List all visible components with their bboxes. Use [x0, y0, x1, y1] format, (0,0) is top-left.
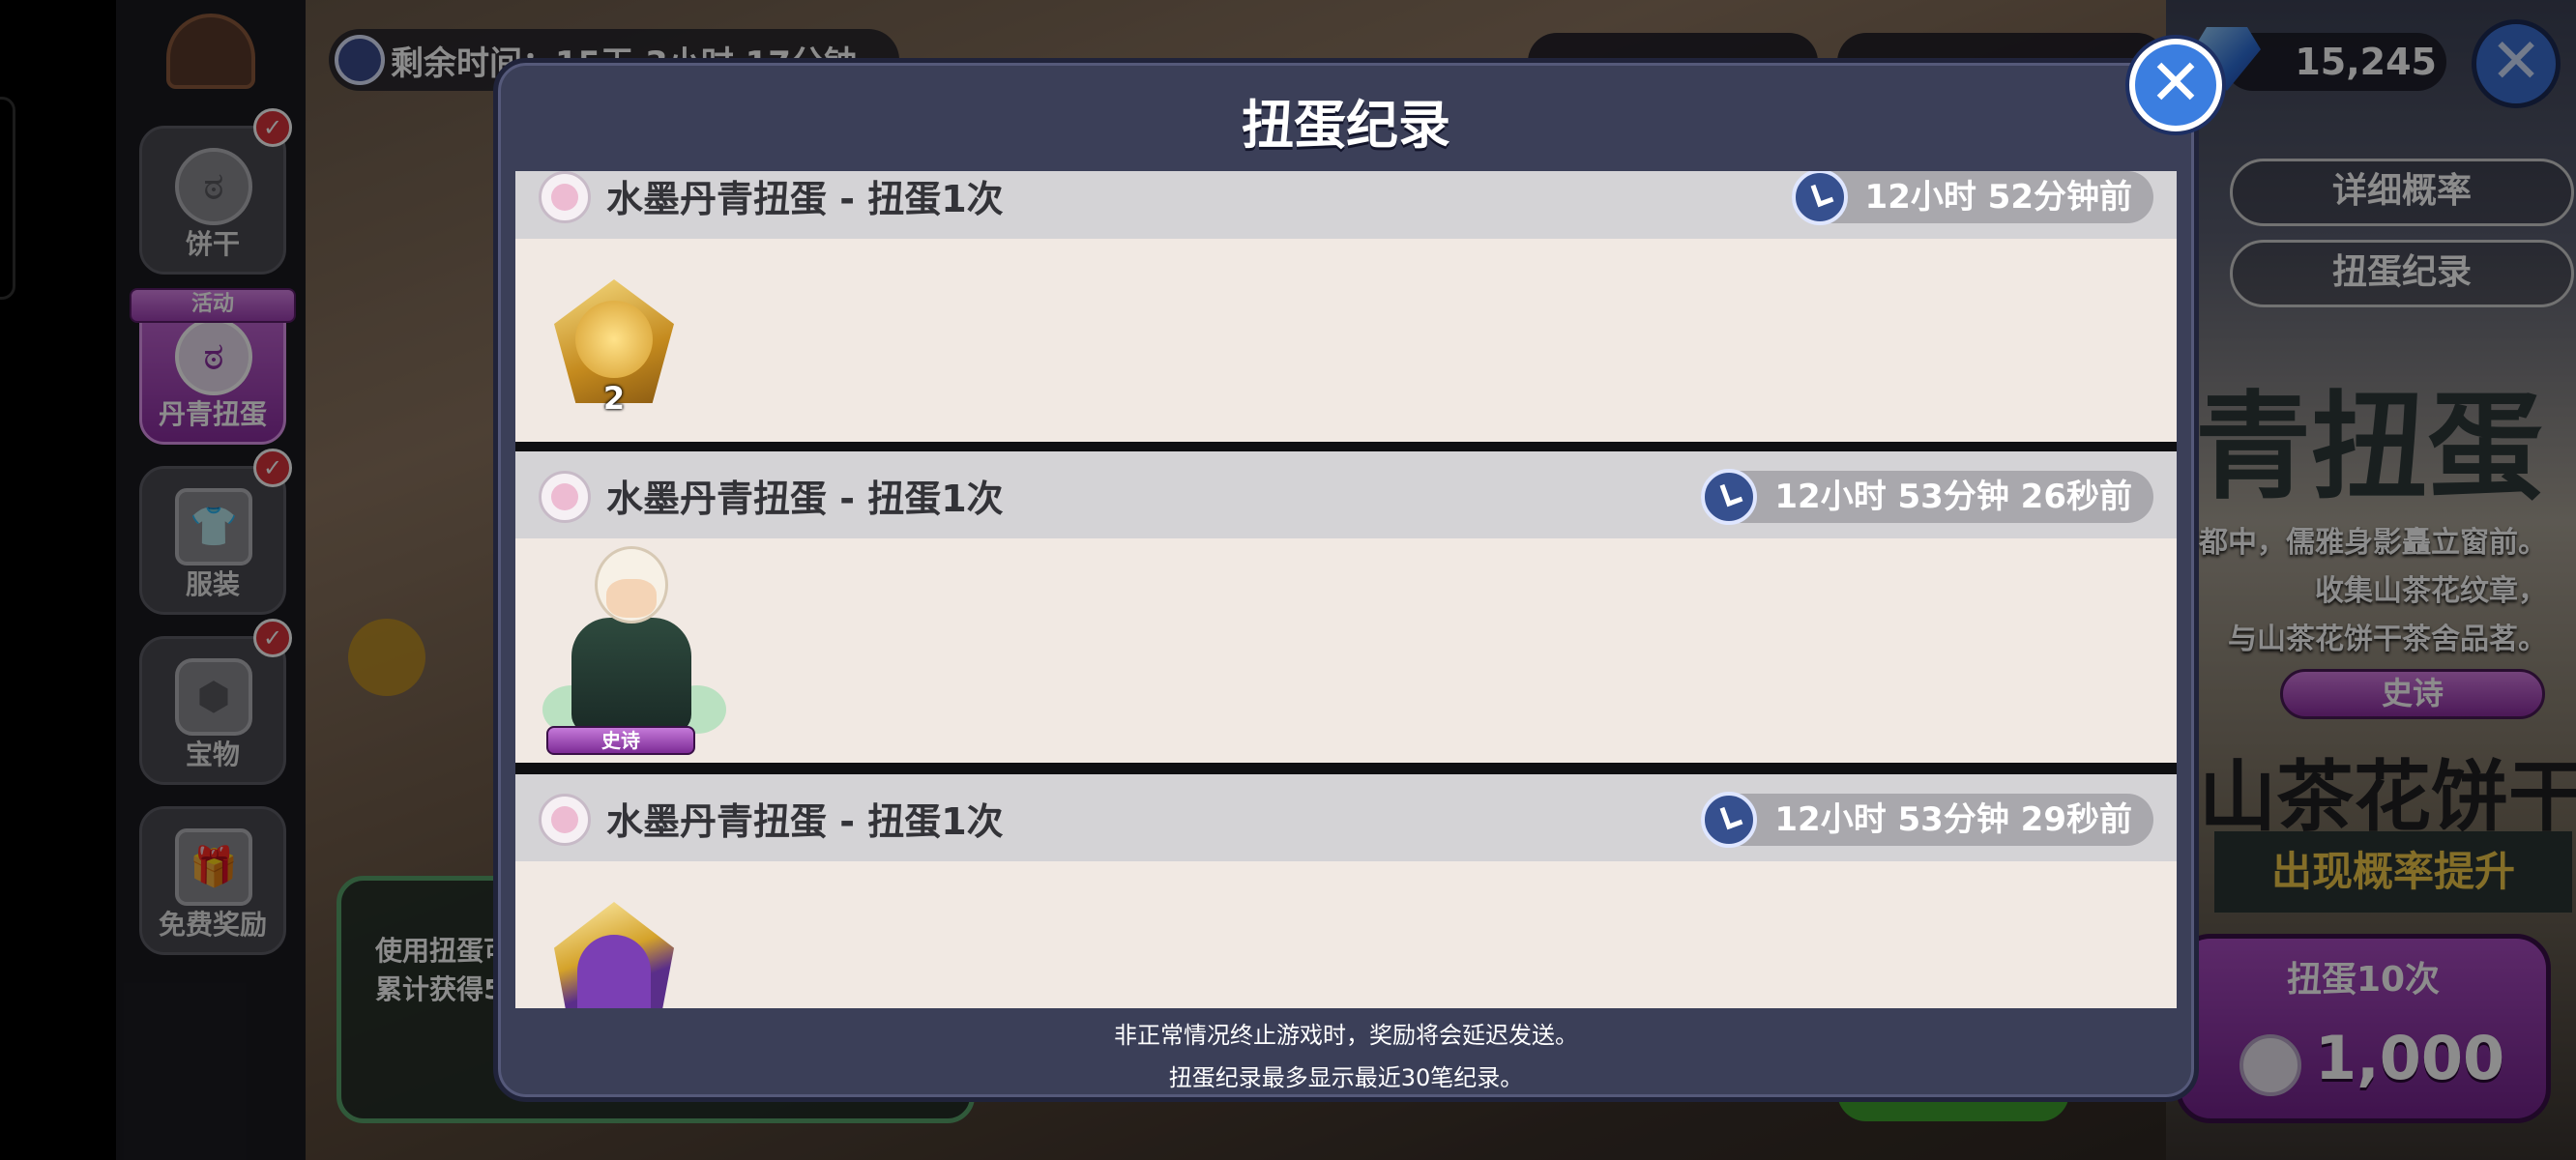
camellia-token-icon: [539, 471, 591, 523]
clock-icon: [1791, 171, 1848, 225]
character-portrait[interactable]: [542, 540, 726, 743]
list-item: 水墨丹青扭蛋 - 扭蛋1次 12小时 52分钟前 2: [515, 171, 2177, 442]
record-time: 12小时 53分钟 29秒前: [1701, 792, 2153, 848]
record-title: 水墨丹青扭蛋 - 扭蛋1次: [606, 478, 1004, 520]
record-time-text: 12小时 53分钟 26秒前: [1774, 478, 2132, 516]
clock-icon: [1701, 792, 1758, 848]
modal-title: 扭蛋纪录: [1242, 95, 1450, 156]
record-time: 12小时 53分钟 26秒前: [1701, 469, 2153, 525]
modal-footer: 非正常情况终止游戏时，奖励将会延迟发送。 扭蛋纪录最多显示最近30笔纪录。: [498, 1014, 2194, 1097]
record-title: 水墨丹青扭蛋 - 扭蛋1次: [606, 800, 1004, 843]
footer-note-1: 非正常情况终止游戏时，奖励将会延迟发送。: [1114, 1022, 1578, 1049]
list-item: 水墨丹青扭蛋 - 扭蛋1次 12小时 53分钟 29秒前: [515, 774, 2177, 1008]
record-list[interactable]: 水墨丹青扭蛋 - 扭蛋1次 12小时 52分钟前 2 水墨丹青扭蛋 - 扭蛋1次…: [515, 171, 2177, 1008]
character-badge-icon[interactable]: [554, 902, 674, 1008]
rarity-tag: 史诗: [546, 726, 695, 755]
close-icon[interactable]: ✕: [2129, 39, 2222, 131]
reward-count: 2: [602, 380, 626, 417]
record-title: 水墨丹青扭蛋 - 扭蛋1次: [606, 178, 1004, 220]
camellia-token-icon: [539, 171, 591, 223]
clock-icon: [1701, 469, 1758, 525]
record-header: 水墨丹青扭蛋 - 扭蛋1次 12小时 53分钟 26秒前: [515, 451, 2177, 538]
footer-note-2: 扭蛋纪录最多显示最近30笔纪录。: [1168, 1064, 1524, 1091]
pull-history-modal: 扭蛋纪录 水墨丹青扭蛋 - 扭蛋1次 12小时 52分钟前 2 水墨丹青扭蛋 -…: [493, 58, 2199, 1102]
record-time-text: 12小时 52分钟前: [1864, 178, 2132, 217]
record-time-text: 12小时 53分钟 29秒前: [1774, 800, 2132, 839]
camellia-token-icon: [539, 794, 591, 846]
record-header: 水墨丹青扭蛋 - 扭蛋1次 12小时 53分钟 29秒前: [515, 774, 2177, 861]
record-header: 水墨丹青扭蛋 - 扭蛋1次 12小时 52分钟前: [515, 171, 2177, 239]
list-item: 水墨丹青扭蛋 - 扭蛋1次 12小时 53分钟 26秒前 史诗: [515, 451, 2177, 763]
record-time: 12小时 52分钟前: [1791, 171, 2153, 225]
